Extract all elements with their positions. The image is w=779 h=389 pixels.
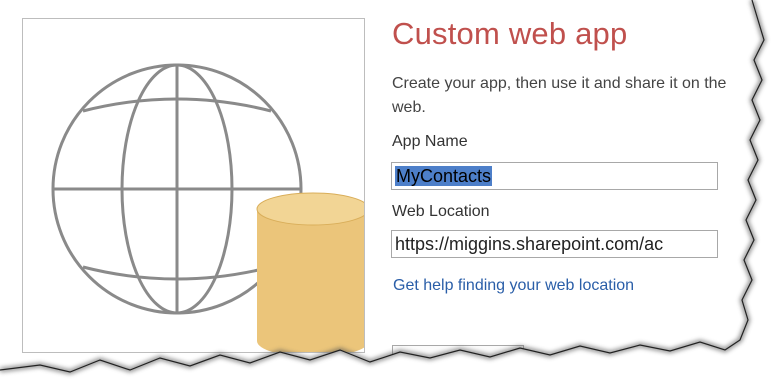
torn-paper-edge xyxy=(0,0,779,389)
